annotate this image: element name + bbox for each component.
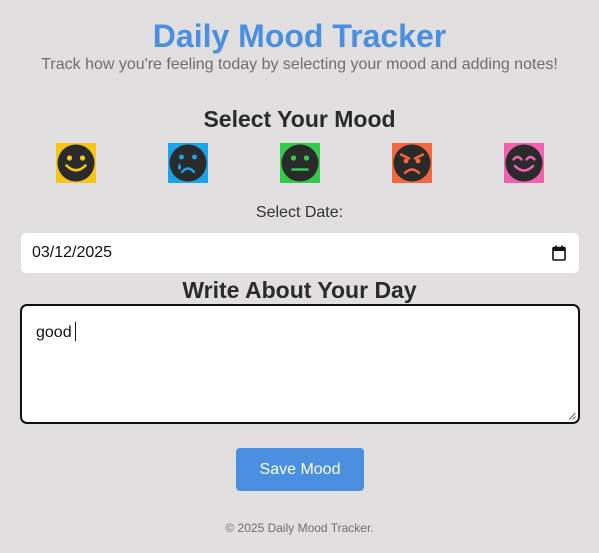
page-subtitle: Track how you're feeling today by select… [41, 56, 558, 73]
neutral-face-icon [281, 144, 319, 182]
mood-selector [0, 143, 599, 183]
crying-face-icon [169, 144, 207, 182]
angry-face-icon [393, 144, 431, 182]
happy-face-icon [57, 144, 95, 182]
mood-option-happy[interactable] [56, 143, 96, 183]
mood-tracker-page: Daily Mood Tracker Track how you're feel… [0, 0, 599, 553]
mood-section-heading: Select Your Mood [203, 106, 396, 132]
resize-grip-icon[interactable] [568, 412, 576, 420]
save-mood-button[interactable]: Save Mood [236, 448, 364, 491]
notes-text: good [36, 322, 76, 343]
date-label: Select Date: [255, 204, 344, 221]
footer-copyright: © 2025 Daily Mood Tracker. [225, 521, 374, 535]
page-title: Daily Mood Tracker [152, 18, 447, 54]
date-input[interactable]: 03/12/2025 [21, 233, 579, 273]
calendar-icon[interactable] [552, 245, 566, 261]
smiling-eyes-face-icon [505, 144, 543, 182]
notes-value: good [36, 324, 72, 341]
notes-heading: Write About Your Day [182, 277, 417, 303]
notes-textarea[interactable]: good [20, 304, 580, 424]
text-caret [74, 322, 76, 341]
mood-option-angry[interactable] [392, 143, 432, 183]
mood-option-sad[interactable] [168, 143, 208, 183]
date-value: 03/12/2025 [32, 244, 113, 261]
mood-option-neutral[interactable] [280, 143, 320, 183]
mood-option-joyful[interactable] [504, 143, 544, 183]
